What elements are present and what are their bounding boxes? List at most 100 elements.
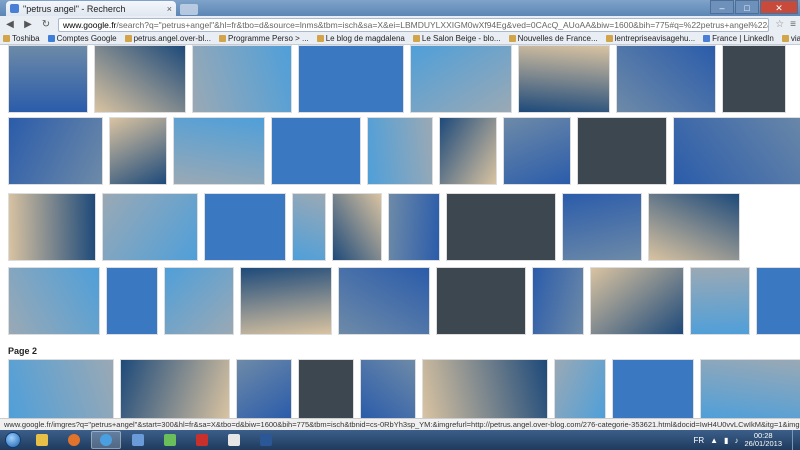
taskbar-app-button[interactable] <box>91 431 121 449</box>
image-result-thumbnail[interactable] <box>8 117 103 185</box>
image-result-thumbnail[interactable] <box>236 359 292 418</box>
image-result-thumbnail[interactable] <box>240 267 332 335</box>
paint-icon <box>228 434 240 446</box>
image-result-thumbnail[interactable] <box>292 193 326 261</box>
image-result-thumbnail[interactable] <box>518 45 610 113</box>
browser-tab[interactable]: "petrus angel" - Recherch × <box>6 1 176 16</box>
tab-close-icon[interactable]: × <box>167 4 172 14</box>
bookmark-item[interactable]: Toshiba <box>3 34 40 43</box>
image-result-thumbnail[interactable] <box>173 117 265 185</box>
image-result-thumbnail[interactable] <box>616 45 716 113</box>
bookmark-label: Comptes Google <box>56 34 117 43</box>
bookmark-item[interactable]: lentrepriseavisagehu... <box>605 34 695 43</box>
bookmark-item[interactable]: Nouvelles de France... <box>508 34 598 43</box>
image-result-thumbnail[interactable] <box>338 267 430 335</box>
show-desktop-button[interactable] <box>792 430 800 450</box>
image-result-thumbnail[interactable] <box>109 117 167 185</box>
image-result-thumbnail[interactable] <box>673 117 800 185</box>
explorer-icon <box>36 434 48 446</box>
image-result-thumbnail[interactable] <box>94 45 186 113</box>
bookmark-star-icon[interactable]: ☆ <box>775 19 784 30</box>
back-button[interactable]: ◀ <box>4 19 16 30</box>
system-tray: FR ▲ ▮ ♪ 00:28 26/01/2013 <box>693 432 792 448</box>
image-result-thumbnail[interactable] <box>102 193 198 261</box>
chrome-icon <box>100 434 112 446</box>
image-result-thumbnail[interactable] <box>690 267 750 335</box>
firefox-icon <box>68 434 80 446</box>
close-window-button[interactable]: ✕ <box>760 0 798 14</box>
window-controls: – □ ✕ <box>710 0 798 14</box>
tray-arrow-icon[interactable]: ▲ <box>710 436 718 445</box>
new-tab-button[interactable] <box>180 4 198 15</box>
media-icon <box>132 434 144 446</box>
image-result-thumbnail[interactable] <box>722 45 786 113</box>
image-result-thumbnail[interactable] <box>192 45 292 113</box>
bookmark-icon <box>508 35 516 42</box>
image-result-thumbnail[interactable] <box>332 193 382 261</box>
image-result-thumbnail[interactable] <box>298 359 354 418</box>
minimize-button[interactable]: – <box>710 0 734 14</box>
image-result-thumbnail[interactable] <box>436 267 526 335</box>
image-result-thumbnail[interactable] <box>554 359 606 418</box>
start-button[interactable] <box>0 430 26 450</box>
windows-orb-icon <box>5 432 21 448</box>
bookmark-item[interactable]: Programme Perso > ... <box>218 34 309 43</box>
image-result-thumbnail[interactable] <box>562 193 642 261</box>
taskbar-app-button[interactable] <box>155 431 185 449</box>
image-result-thumbnail[interactable] <box>532 267 584 335</box>
image-result-thumbnail[interactable] <box>612 359 694 418</box>
image-result-thumbnail[interactable] <box>204 193 286 261</box>
image-result-thumbnail[interactable] <box>271 117 361 185</box>
taskbar-app-button[interactable] <box>219 431 249 449</box>
image-result-thumbnail[interactable] <box>298 45 404 113</box>
bookmark-item[interactable]: Le Salon Beige - blo... <box>412 34 501 43</box>
bookmark-item[interactable]: Comptes Google <box>47 34 117 43</box>
taskbar-app-button[interactable] <box>27 431 57 449</box>
image-result-thumbnail[interactable] <box>367 117 433 185</box>
image-result-thumbnail[interactable] <box>8 267 100 335</box>
bookmark-item[interactable]: Le blog de magdalena <box>316 34 405 43</box>
title-bar: "petrus angel" - Recherch × – □ ✕ <box>0 0 800 16</box>
tab-title: "petrus angel" - Recherch <box>23 3 126 14</box>
bookmark-item[interactable]: viadeo <box>781 34 800 43</box>
image-result-thumbnail[interactable] <box>590 267 684 335</box>
image-result-thumbnail[interactable] <box>410 45 512 113</box>
image-result-thumbnail[interactable] <box>756 267 800 335</box>
forward-button[interactable]: ▶ <box>22 19 34 30</box>
image-result-thumbnail[interactable] <box>503 117 571 185</box>
image-result-thumbnail[interactable] <box>8 359 114 418</box>
image-result-thumbnail[interactable] <box>164 267 234 335</box>
bookmark-icon <box>316 35 324 42</box>
reload-button[interactable]: ↻ <box>40 19 52 30</box>
language-indicator[interactable]: FR <box>693 436 704 445</box>
maximize-button[interactable]: □ <box>735 0 759 14</box>
volume-icon[interactable]: ♪ <box>734 436 738 445</box>
taskbar-app-button[interactable] <box>251 431 281 449</box>
bookmark-label: petrus.angel.over-bl... <box>133 34 211 43</box>
address-domain: www.google.fr <box>63 19 117 30</box>
image-result-thumbnail[interactable] <box>120 359 230 418</box>
google-favicon-icon <box>10 4 19 13</box>
image-result-thumbnail[interactable] <box>8 193 96 261</box>
clock[interactable]: 00:28 26/01/2013 <box>744 432 782 448</box>
image-result-thumbnail[interactable] <box>700 359 800 418</box>
image-result-thumbnail[interactable] <box>360 359 416 418</box>
image-result-thumbnail[interactable] <box>648 193 740 261</box>
image-result-thumbnail[interactable] <box>8 45 88 113</box>
image-result-thumbnail[interactable] <box>106 267 158 335</box>
menu-icon[interactable]: ≡ <box>790 19 796 30</box>
bookmark-item[interactable]: petrus.angel.over-bl... <box>124 34 211 43</box>
bookmark-label: Le blog de magdalena <box>325 34 405 43</box>
image-result-thumbnail[interactable] <box>577 117 667 185</box>
bookmark-item[interactable]: France | LinkedIn <box>703 34 774 43</box>
taskbar-app-button[interactable] <box>187 431 217 449</box>
image-result-thumbnail[interactable] <box>439 117 497 185</box>
image-result-thumbnail[interactable] <box>446 193 556 261</box>
taskbar-app-button[interactable] <box>59 431 89 449</box>
image-result-thumbnail[interactable] <box>388 193 440 261</box>
taskbar-app-button[interactable] <box>123 431 153 449</box>
address-bar[interactable]: www.google.fr/search?q="petrus+angel"&hl… <box>58 17 770 32</box>
network-icon[interactable]: ▮ <box>724 436 728 445</box>
bookmark-label: Programme Perso > ... <box>227 34 309 43</box>
image-result-thumbnail[interactable] <box>422 359 548 418</box>
